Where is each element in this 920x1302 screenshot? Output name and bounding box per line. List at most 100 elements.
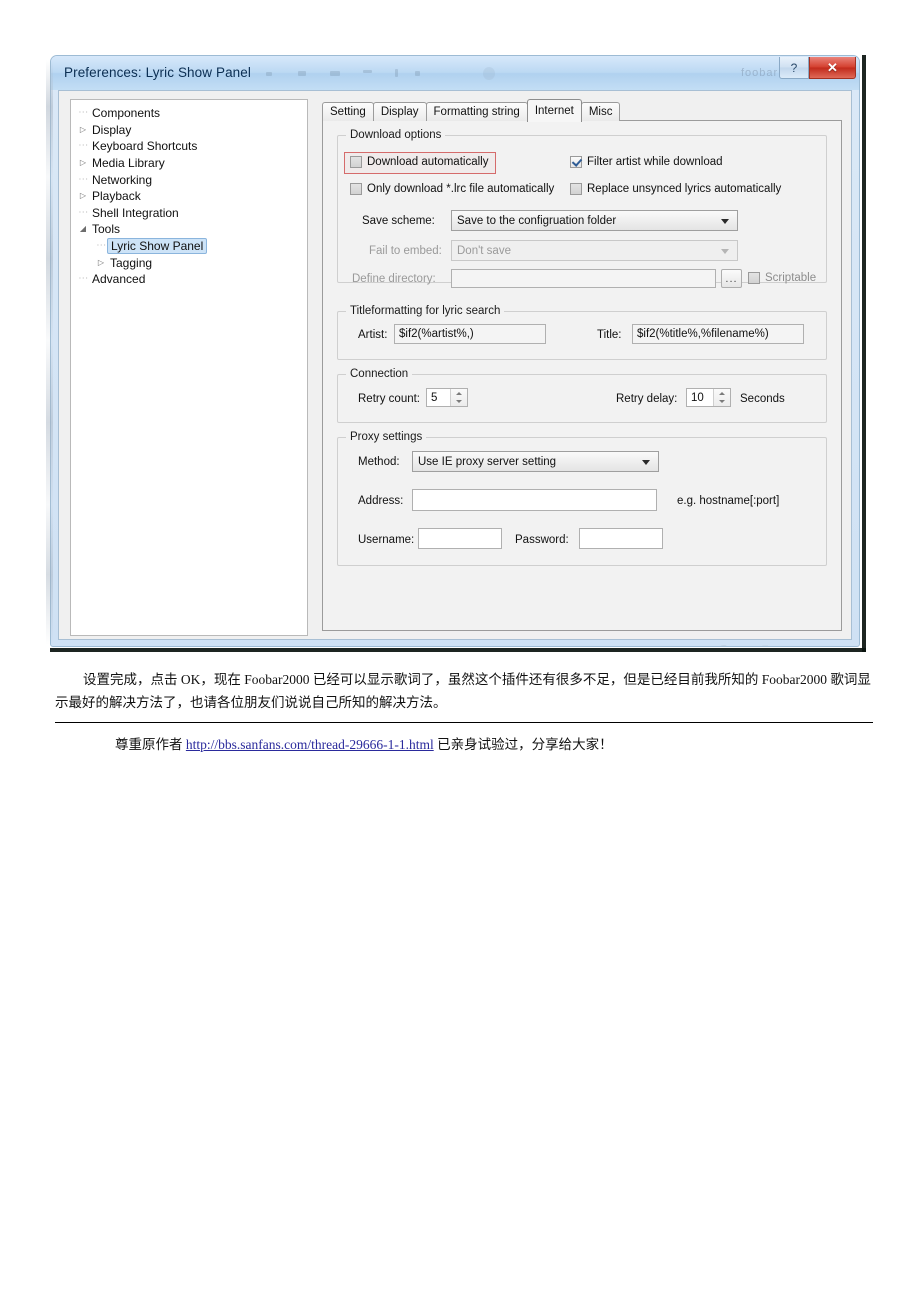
sidebar-item-playback[interactable]: ▷ Playback: [75, 188, 307, 205]
checkbox-box: [350, 156, 362, 168]
checkbox-label: Download automatically: [367, 156, 489, 168]
body-paragraph: 设置完成，点击 OK，现在 Foobar2000 已经可以显示歌词了，虽然这个插…: [55, 672, 871, 710]
checkbox-filter-artist[interactable]: Filter artist while download: [570, 156, 723, 168]
checkbox-replace-unsynced[interactable]: Replace unsynced lyrics automatically: [570, 183, 781, 195]
chevron-right-icon[interactable]: ▷: [75, 159, 91, 167]
spinner-down-icon[interactable]: [451, 398, 467, 407]
group-connection: Connection Retry count: 5 Retry delay: 1…: [337, 368, 827, 423]
spinner-retry-delay[interactable]: 10: [686, 388, 731, 407]
spinner-buttons[interactable]: [713, 389, 730, 406]
scan-artifact: [266, 72, 272, 76]
sidebar-item-media-library[interactable]: ▷ Media Library: [75, 155, 307, 172]
sidebar-item-tagging[interactable]: ▷ Tagging: [75, 254, 307, 271]
credit-prefix: 尊重原作者: [115, 737, 183, 752]
input-title-format[interactable]: $if2(%title%,%filename%): [632, 324, 804, 344]
sidebar-item-networking[interactable]: ⋯ Networking: [75, 171, 307, 188]
input-proxy-username[interactable]: [418, 528, 502, 549]
spinner-retry-count[interactable]: 5: [426, 388, 468, 407]
input-define-directory[interactable]: [451, 269, 716, 288]
tab-setting[interactable]: Setting: [322, 102, 374, 121]
spinner-buttons[interactable]: [450, 389, 467, 406]
checkbox-label: Only download *.lrc file automatically: [367, 183, 555, 195]
source-link[interactable]: http://bbs.sanfans.com/thread-29666-1-1.…: [186, 737, 434, 752]
sidebar-item-display[interactable]: ▷ Display: [75, 122, 307, 139]
preferences-window: Preferences: Lyric Show Panel foobar ? ✕: [50, 55, 860, 647]
label-proxy-password: Password:: [515, 534, 569, 546]
apply-button[interactable]: Apply: [773, 646, 850, 647]
sidebar-item-label: Networking: [92, 172, 153, 187]
sidebar-item-tools[interactable]: ◢ Tools: [75, 221, 307, 238]
window-body: ⋯ Components ▷ Display ⋯ Keyboard Shortcuts ▷ M…: [58, 90, 859, 646]
ok-button[interactable]: OK: [605, 646, 682, 647]
scan-artifact: [415, 71, 420, 76]
checkbox-box: [748, 272, 760, 284]
chevron-down-icon: [721, 248, 729, 254]
group-titleformatting: Titleformatting for lyric search Artist:…: [337, 305, 827, 360]
sidebar-item-label: Components: [92, 106, 161, 121]
settings-pane: Setting Display Formatting string Internet M…: [322, 99, 842, 631]
preferences-dialog-screenshot: Preferences: Lyric Show Panel foobar ? ✕: [50, 55, 866, 652]
combo-fail-to-embed[interactable]: Don't save: [451, 240, 738, 261]
input-proxy-address[interactable]: [412, 489, 657, 511]
combo-save-scheme[interactable]: Save to the configruation folder: [451, 210, 738, 231]
label-retry-count: Retry count:: [358, 393, 420, 405]
tab-misc[interactable]: Misc: [580, 102, 621, 121]
help-icon[interactable]: ?: [779, 57, 809, 79]
tab-page-internet: Download options Download automatically …: [322, 120, 842, 631]
checkbox-box: [570, 183, 582, 195]
sidebar-item-keyboard-shortcuts[interactable]: ⋯ Keyboard Shortcuts: [75, 138, 307, 155]
cancel-button[interactable]: Cancel: [689, 646, 766, 647]
browse-button[interactable]: ...: [721, 269, 742, 288]
checkbox-only-lrc[interactable]: Only download *.lrc file automatically: [350, 183, 554, 195]
checkbox-scriptable[interactable]: Scriptable: [748, 272, 816, 284]
checkbox-label: Replace unsynced lyrics automatically: [587, 183, 782, 195]
spinner-value: 5: [431, 391, 438, 404]
reset-all-button[interactable]: Reset all: [321, 646, 396, 647]
chevron-right-icon[interactable]: ▷: [93, 258, 109, 267]
input-proxy-password[interactable]: [579, 528, 663, 549]
scan-artifact: [298, 71, 306, 76]
credit-suffix: 已亲身试验过，分享给大家！: [437, 737, 613, 752]
chevron-down-icon[interactable]: ◢: [75, 225, 91, 233]
sidebar-item-label: Shell Integration: [92, 205, 179, 220]
label-title: Title:: [597, 329, 622, 341]
sidebar-item-shell-integration[interactable]: ⋯ Shell Integration: [75, 205, 307, 222]
label-retry-delay: Retry delay:: [616, 393, 678, 405]
checkbox-box-checked: [570, 156, 582, 168]
spinner-up-icon[interactable]: [714, 389, 730, 398]
scan-artifact: [363, 70, 372, 73]
spinner-down-icon[interactable]: [714, 398, 730, 407]
tab-internet[interactable]: Internet: [526, 99, 582, 122]
tree-line-icon: ⋯: [78, 140, 88, 152]
close-icon[interactable]: ✕: [809, 57, 856, 79]
label-save-scheme: Save scheme:: [362, 215, 435, 227]
combo-proxy-method[interactable]: Use IE proxy server setting: [412, 451, 659, 472]
tab-formatting-string[interactable]: Formatting string: [425, 102, 528, 121]
combo-value: Save to the configruation folder: [457, 214, 617, 227]
spinner-up-icon[interactable]: [451, 389, 467, 398]
titlebar-watermark: foobar: [741, 67, 779, 79]
group-title-proxy-settings: Proxy settings: [346, 431, 427, 443]
sidebar-item-label: Playback: [92, 189, 141, 204]
checkbox-download-automatically[interactable]: Download automatically: [350, 156, 488, 168]
chevron-right-icon[interactable]: ▷: [75, 125, 91, 134]
label-fail-to-embed: Fail to embed:: [369, 245, 442, 257]
checkbox-label: Filter artist while download: [587, 156, 723, 168]
tree-line-icon: ⋯: [78, 173, 88, 185]
chevron-right-icon[interactable]: ▷: [75, 192, 91, 200]
label-proxy-address: Address:: [358, 495, 404, 507]
combo-value: Use IE proxy server setting: [418, 455, 557, 468]
input-artist-format[interactable]: $if2(%artist%,): [394, 324, 546, 344]
tree-line-icon: ⋯: [78, 206, 88, 218]
chevron-down-icon: [721, 218, 729, 224]
sidebar-item-lyric-show-panel[interactable]: ⋯ Lyric Show Panel: [75, 238, 307, 255]
group-title-connection: Connection: [346, 368, 413, 380]
reset-page-button[interactable]: Reset page: [404, 646, 479, 647]
window-titlebar[interactable]: Preferences: Lyric Show Panel foobar ? ✕: [51, 56, 859, 90]
sidebar-item-components[interactable]: ⋯ Components: [75, 105, 307, 122]
preferences-tree[interactable]: ⋯ Components ▷ Display ⋯ Keyboard Shortcuts ▷ M…: [70, 99, 308, 636]
sidebar-item-advanced[interactable]: ⋯ Advanced: [75, 271, 307, 288]
sidebar-item-label: Keyboard Shortcuts: [92, 139, 198, 154]
credit-line: 尊重原作者 http://bbs.sanfans.com/thread-2966…: [115, 733, 875, 756]
tab-display[interactable]: Display: [372, 102, 427, 121]
